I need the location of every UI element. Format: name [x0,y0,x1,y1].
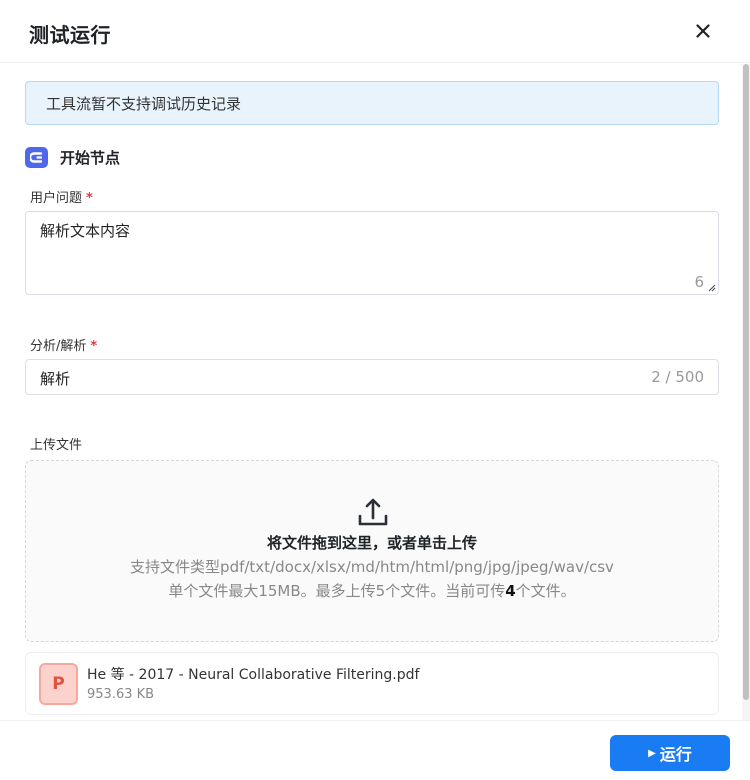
upload-label: 上传文件 [30,438,83,453]
required-mark: * [90,339,98,354]
start-node-title: 开始节点 [60,148,121,167]
dropzone-limit-text: 单个文件最大15MB。最多上传5个文件。当前可传4个文件。 [26,580,718,601]
resize-handle-icon[interactable] [706,282,716,292]
analysis-value: 解析 [40,370,71,388]
close-icon [696,24,710,38]
dropzone-main-text: 将文件拖到这里，或者单击上传 [266,534,477,552]
dialog-title: 测试运行 [29,23,111,47]
file-size: 953.63 KB [87,687,155,702]
analysis-label: 分析/解析 * [30,335,97,354]
analysis-count: 2 / 500 [651,368,704,386]
notice-banner: 工具流暂不支持调试历史记录 [25,81,719,125]
play-icon: ▶ [648,747,656,759]
run-button[interactable]: ▶ 运行 [610,735,730,771]
limit-suffix: 个文件。 [515,582,576,600]
limit-count: 4 [505,582,516,600]
close-button[interactable] [690,18,716,44]
user-question-count: 6 [694,273,704,291]
required-mark: * [86,191,93,206]
scrollbar[interactable] [742,64,750,720]
start-node-icon [25,146,48,168]
file-name: He 等 - 2017 - Neural Collaborative Filte… [87,667,420,683]
pdf-file-icon: P [39,663,78,705]
upload-icon [358,498,388,526]
user-question-label-text: 用户问题 [30,191,83,206]
analysis-label-text: 分析/解析 [30,339,87,354]
scrollbar-thumb[interactable] [743,64,749,700]
user-question-textarea[interactable]: 解析文本内容 6 [25,211,719,295]
dialog-body: 工具流暂不支持调试历史记录 开始节点 用户问题 * 解析文本内容 6 分析/解析 *… [0,64,742,720]
dialog-header: 测试运行 [0,0,750,63]
start-node-header: 开始节点 [25,146,120,168]
file-dropzone[interactable]: 将文件拖到这里，或者单击上传 支持文件类型pdf/txt/docx/xlsx/m… [25,460,719,642]
notice-text: 工具流暂不支持调试历史记录 [46,94,242,113]
analysis-input[interactable]: 解析 2 / 500 [25,359,719,395]
limit-prefix: 单个文件最大15MB。最多上传5个文件。当前可传 [168,582,506,600]
user-question-value: 解析文本内容 [40,222,131,240]
run-button-label: 运行 [659,745,692,764]
dialog-footer: ▶ 运行 [0,720,750,780]
user-question-label: 用户问题 * [30,187,93,206]
uploaded-file-item[interactable]: P He 等 - 2017 - Neural Collaborative Fil… [25,652,719,715]
dropzone-types-text: 支持文件类型pdf/txt/docx/xlsx/md/htm/html/png/… [130,558,614,576]
